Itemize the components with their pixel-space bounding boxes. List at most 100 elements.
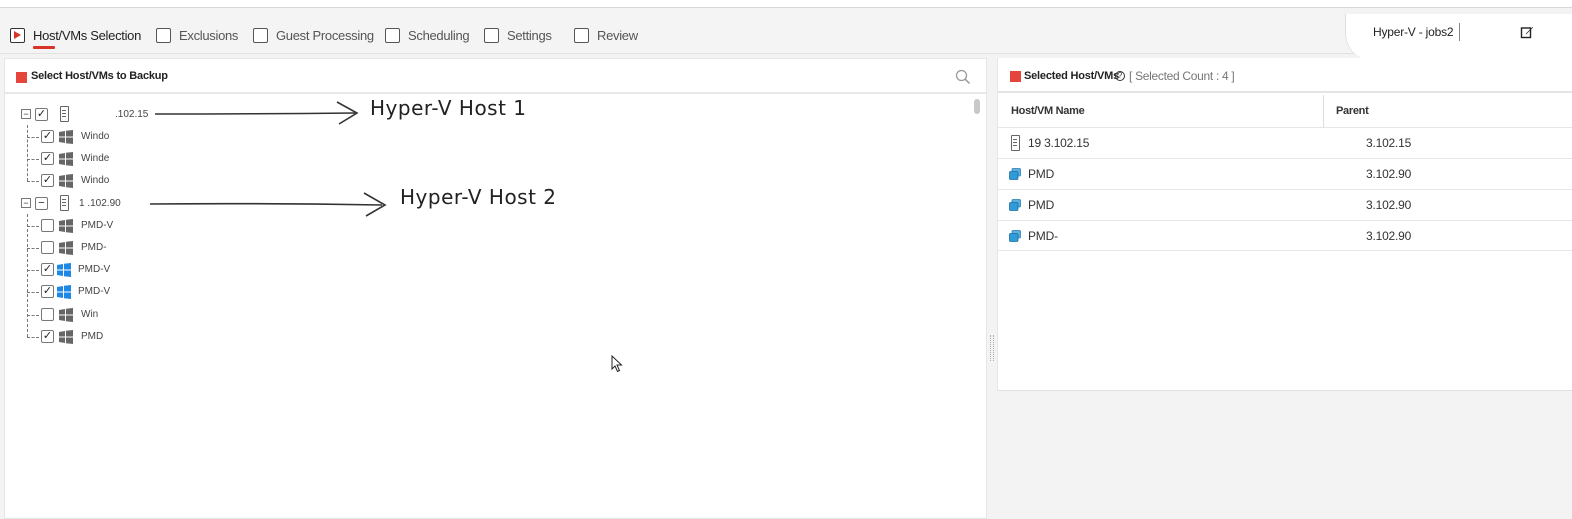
job-name-tab: Hyper-V - jobs2: [1345, 14, 1572, 61]
vm-icon: [1009, 230, 1021, 242]
tree-connector: [27, 315, 39, 316]
selected-host-vms-panel: Selected Host/VMs ? [ Selected Count : 4…: [997, 58, 1572, 519]
vm-icon: [1009, 168, 1021, 180]
step-label: Guest Processing: [276, 27, 374, 43]
row-parent: 3.102.90: [1366, 167, 1412, 181]
step-checkbox-icon: [156, 27, 171, 43]
row-parent: 3.102.90: [1366, 229, 1412, 243]
vm-label[interactable]: PMD-V: [81, 220, 113, 231]
step-checkbox-icon: [253, 27, 268, 43]
vm-checkbox[interactable]: [41, 308, 54, 321]
vm-label[interactable]: Windo: [81, 175, 109, 186]
panel-header: Select Host/VMs to Backup: [5, 59, 986, 94]
annotation-host-2: Hyper-V Host 2: [400, 185, 557, 209]
windows-gray-icon: [59, 308, 73, 322]
tree-connector: [27, 137, 39, 138]
step-scheduling[interactable]: Scheduling: [385, 24, 470, 46]
vm-label[interactable]: PMD: [81, 331, 103, 342]
vm-checkbox[interactable]: ✓: [41, 330, 54, 343]
section-marker-icon: [16, 72, 27, 83]
windows-blue-icon: [57, 285, 71, 299]
active-step-underline: [33, 46, 55, 49]
windows-gray-icon: [59, 174, 73, 188]
host-checkbox[interactable]: ✓: [35, 108, 48, 121]
step-review[interactable]: Review: [574, 24, 638, 46]
tree-connector: [27, 214, 28, 337]
step-checkbox-icon: [385, 27, 400, 43]
vm-checkbox[interactable]: [41, 219, 54, 232]
step-settings[interactable]: Settings: [484, 24, 552, 46]
host-checkbox-partial[interactable]: −: [35, 197, 48, 210]
host-label[interactable]: .102.15: [115, 109, 148, 120]
tree-connector: [27, 248, 39, 249]
job-name: Hyper-V - jobs2: [1373, 25, 1454, 39]
windows-gray-icon: [59, 130, 73, 144]
windows-blue-icon: [57, 263, 71, 277]
server-icon: [60, 195, 69, 211]
step-label: Scheduling: [408, 27, 470, 43]
step-host-vms-selection[interactable]: Host/VMs Selection: [10, 24, 142, 49]
vm-label[interactable]: PMD-V: [78, 264, 110, 275]
windows-gray-icon: [59, 330, 73, 344]
divider: [1459, 23, 1460, 41]
help-icon[interactable]: ?: [1115, 71, 1125, 81]
vm-checkbox[interactable]: ✓: [41, 152, 54, 165]
vm-checkbox[interactable]: ✓: [41, 263, 54, 276]
server-icon: [1011, 135, 1020, 151]
step-exclusions[interactable]: Exclusions: [156, 24, 238, 46]
panel-title: Select Host/VMs to Backup: [31, 70, 168, 82]
vm-label[interactable]: Win: [81, 309, 98, 320]
windows-gray-icon: [59, 152, 73, 166]
annotation-host-1: Hyper-V Host 1: [370, 96, 527, 120]
selected-list: Selected Host/VMs ? [ Selected Count : 4…: [997, 58, 1572, 391]
windows-gray-icon: [59, 241, 73, 255]
tree-connector: [27, 226, 39, 227]
step-label: Settings: [507, 27, 552, 43]
panel-header: Selected Host/VMs ? [ Selected Count : 4…: [998, 58, 1572, 93]
search-icon[interactable]: [955, 69, 971, 85]
tree-connector: [27, 292, 39, 293]
vm-checkbox[interactable]: ✓: [41, 285, 54, 298]
row-name: PMD: [1028, 198, 1055, 212]
row-parent: 3.102.90: [1366, 198, 1412, 212]
step-guest-processing[interactable]: Guest Processing: [253, 24, 374, 46]
step-label: Exclusions: [179, 27, 239, 43]
collapse-toggle[interactable]: −: [21, 109, 31, 119]
step-label: Host/VMs Selection: [33, 27, 142, 43]
column-divider[interactable]: [1323, 95, 1324, 127]
play-icon: [10, 27, 25, 43]
annotation-arrow-2: [150, 192, 387, 217]
column-header-name[interactable]: Host/VM Name: [1011, 95, 1085, 127]
table-row[interactable]: PMD 3.102.90: [998, 158, 1572, 189]
table-row[interactable]: 19 3.102.15 3.102.15: [998, 127, 1572, 158]
table-row[interactable]: PMD 3.102.90: [998, 189, 1572, 220]
step-checkbox-icon: [484, 27, 499, 43]
vm-label[interactable]: PMD-: [81, 242, 107, 253]
step-checkbox-icon: [574, 27, 589, 43]
host-vm-selection-panel: Select Host/VMs to Backup − ✓ .102.15 ✓ …: [4, 58, 987, 519]
vm-label[interactable]: Windo: [81, 131, 109, 142]
column-header-parent[interactable]: Parent: [1336, 95, 1369, 127]
tree-connector: [27, 125, 28, 181]
windows-gray-icon: [59, 219, 73, 233]
top-strip: [0, 0, 1572, 8]
tree-connector: [27, 270, 39, 271]
vm-checkbox[interactable]: ✓: [41, 174, 54, 187]
step-label: Review: [597, 27, 638, 43]
table-row[interactable]: PMD- 3.102.90: [998, 220, 1572, 251]
tree-connector: [27, 159, 39, 160]
collapse-toggle[interactable]: −: [21, 198, 31, 208]
edit-icon[interactable]: [1520, 25, 1534, 39]
panel-splitter[interactable]: [990, 335, 994, 361]
tree-connector: [27, 181, 39, 182]
vm-checkbox[interactable]: [41, 241, 54, 254]
vm-label[interactable]: PMD-V: [78, 286, 110, 297]
vm-checkbox[interactable]: ✓: [41, 130, 54, 143]
host-label[interactable]: 1 .102.90: [79, 198, 121, 209]
tree-scrollbar[interactable]: [974, 99, 980, 114]
selected-count: [ Selected Count : 4 ]: [1129, 69, 1235, 83]
tree-connector: [27, 337, 39, 338]
section-marker-icon: [1010, 71, 1021, 82]
row-name: 19 3.102.15: [1028, 136, 1090, 150]
vm-label[interactable]: Winde: [81, 153, 109, 164]
